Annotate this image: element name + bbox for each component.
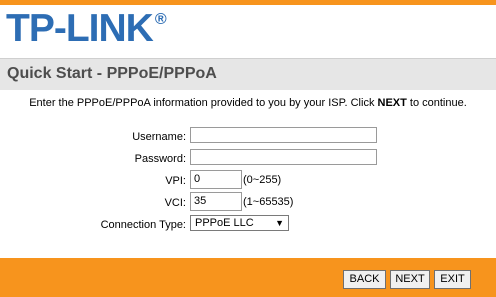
connection-type-label: Connection Type: bbox=[100, 219, 186, 231]
connection-type-row: Connection Type: PPPoE LLC ▼ bbox=[0, 215, 496, 235]
username-row: Username: bbox=[0, 127, 496, 147]
password-row: Password: bbox=[0, 149, 496, 169]
logo-text: TP-LINK bbox=[6, 7, 154, 50]
next-button[interactable]: NEXT bbox=[390, 270, 430, 289]
vpi-label: VPI: bbox=[165, 175, 186, 187]
vci-row: VCI: 35 (1~65535) bbox=[0, 192, 496, 213]
username-label: Username: bbox=[132, 131, 186, 143]
page-title: Quick Start - PPPoE/PPPoA bbox=[7, 65, 217, 82]
intro-text-start: Enter the PPPoE/PPPoA information provid… bbox=[29, 97, 378, 109]
intro-text-end: to continue. bbox=[406, 97, 467, 109]
vpi-input[interactable]: 0 bbox=[190, 170, 242, 189]
password-label: Password: bbox=[134, 153, 186, 165]
vci-range-hint: (1~65535) bbox=[243, 196, 294, 208]
password-input[interactable] bbox=[190, 149, 377, 165]
connection-type-value: PPPoE LLC bbox=[195, 217, 254, 229]
dropdown-arrow-icon: ▼ bbox=[275, 218, 284, 228]
intro-text: Enter the PPPoE/PPPoA information provid… bbox=[0, 97, 496, 109]
exit-button[interactable]: EXIT bbox=[434, 270, 471, 289]
intro-next-emphasis: NEXT bbox=[377, 97, 407, 109]
username-input[interactable] bbox=[190, 127, 377, 143]
tp-link-logo: TP-LINK ® bbox=[6, 7, 167, 50]
vci-input[interactable]: 35 bbox=[190, 192, 242, 211]
vpi-row: VPI: 0 (0~255) bbox=[0, 170, 496, 191]
title-bar: Quick Start - PPPoE/PPPoA bbox=[0, 58, 496, 90]
registered-mark: ® bbox=[154, 11, 167, 28]
back-button[interactable]: BACK bbox=[343, 270, 386, 289]
bottom-button-bar: BACK NEXT EXIT bbox=[0, 258, 496, 297]
vpi-range-hint: (0~255) bbox=[243, 174, 282, 186]
top-accent-strip bbox=[0, 0, 496, 5]
vci-label: VCI: bbox=[164, 197, 186, 209]
connection-type-select[interactable]: PPPoE LLC ▼ bbox=[190, 215, 289, 231]
